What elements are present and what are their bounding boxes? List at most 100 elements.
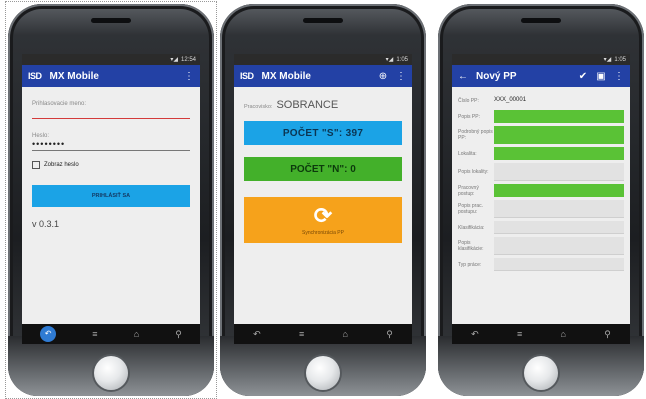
status-bar: ▾◢ 12:54 xyxy=(22,54,200,65)
nav-home-icon[interactable]: ⌂ xyxy=(561,329,566,339)
signal-icon: ▾◢ xyxy=(603,57,612,63)
system-nav-bar: ↶ ≡ ⌂ ⚲ xyxy=(22,324,200,344)
field-podrobny-popis: Podrobný popis PP: xyxy=(458,126,624,144)
app-bar: ← Nový PP ✔ ▣ ⋮ xyxy=(452,65,630,87)
login-screen: ▾◢ 12:54 ISD MX Mobile ⋮ Prihlasovacie m… xyxy=(22,54,200,344)
field-lokalita: Lokalita: xyxy=(458,147,624,160)
field-label: Podrobný popis PP: xyxy=(458,129,493,141)
nav-search-icon[interactable]: ⚲ xyxy=(386,329,393,340)
show-password-checkbox[interactable] xyxy=(32,161,40,169)
app-bar: ISD MX Mobile ⋮ xyxy=(22,65,200,87)
field-label: Klasifikácia: xyxy=(458,224,485,231)
app-version: v 0.3.1 xyxy=(32,219,60,229)
status-bar: ▾◢ 1:05 xyxy=(234,54,412,65)
field-input[interactable] xyxy=(494,147,624,160)
trackball[interactable] xyxy=(94,356,128,390)
field-pracovny-postup: Pracovný postup: xyxy=(458,184,624,197)
save-icon[interactable]: ▣ xyxy=(596,71,606,82)
field-value[interactable]: XXX_00001 xyxy=(494,94,624,107)
username-input[interactable] xyxy=(32,107,190,119)
field-input[interactable] xyxy=(494,221,624,234)
field-input[interactable] xyxy=(494,110,624,123)
screenshot-collage: ▾◢ 12:54 ISD MX Mobile ⋮ Prihlasovacie m… xyxy=(0,0,646,399)
nav-home-icon[interactable]: ⌂ xyxy=(134,329,139,339)
field-popis-lokality: Popis lokality: xyxy=(458,163,624,181)
field-input[interactable] xyxy=(494,237,624,255)
app-title: MX Mobile xyxy=(49,70,99,82)
phone-sync: ▾◢ 1:05 ISD MX Mobile ⊕ ⋮ Pracovisko: SO… xyxy=(220,4,426,396)
app-logo: ISD xyxy=(28,71,42,81)
app-logo: ISD xyxy=(240,71,254,81)
password-input[interactable]: •••••••• xyxy=(32,139,190,151)
show-password-row[interactable]: Zobraz heslo xyxy=(32,161,190,169)
field-label: Pracovný postup: xyxy=(458,184,479,197)
overflow-menu-icon[interactable]: ⋮ xyxy=(614,71,624,82)
nav-menu-icon[interactable]: ≡ xyxy=(92,329,97,339)
phone-login: ▾◢ 12:54 ISD MX Mobile ⋮ Prihlasovacie m… xyxy=(5,1,217,399)
status-time: 12:54 xyxy=(180,56,196,63)
signal-icon: ▾◢ xyxy=(385,57,394,63)
overflow-menu-icon[interactable]: ⋮ xyxy=(396,71,406,82)
status-time: 1:05 xyxy=(614,56,626,63)
new-pp-form: Číslo PP: XXX_00001 Popis PP: Podrobný p… xyxy=(452,87,630,275)
nav-back-icon[interactable]: ↶ xyxy=(40,326,57,342)
app-title: MX Mobile xyxy=(261,70,311,82)
earpiece xyxy=(303,18,343,23)
sync-button[interactable]: ⟳ Synchronizácia PP xyxy=(244,197,402,243)
nav-menu-icon[interactable]: ≡ xyxy=(517,329,522,339)
status-bar: ▾◢ 1:05 xyxy=(452,54,630,65)
field-label: Popis PP: xyxy=(458,113,480,120)
system-nav-bar: ↶ ≡ ⌂ ⚲ xyxy=(452,324,630,344)
nav-search-icon[interactable]: ⚲ xyxy=(604,329,611,340)
nav-home-icon[interactable]: ⌂ xyxy=(343,329,348,339)
field-input[interactable] xyxy=(494,200,624,218)
field-label: Popis klasifikácie: xyxy=(458,240,484,252)
workplace-label: Pracovisko: xyxy=(244,104,273,110)
back-arrow-icon[interactable]: ← xyxy=(458,71,468,82)
app-bar: ISD MX Mobile ⊕ ⋮ xyxy=(234,65,412,87)
show-password-label: Zobraz heslo xyxy=(44,162,79,168)
workplace-row: Pracovisko: SOBRANCE xyxy=(244,99,402,111)
sync-screen: ▾◢ 1:05 ISD MX Mobile ⊕ ⋮ Pracovisko: SO… xyxy=(234,54,412,344)
sync-icon: ⟳ xyxy=(313,202,333,228)
confirm-icon[interactable]: ✔ xyxy=(578,71,588,82)
earpiece xyxy=(521,18,561,23)
workplace-value: SOBRANCE xyxy=(276,99,339,111)
field-typ-prace: Typ práce: xyxy=(458,258,624,271)
count-n-button[interactable]: POČET "N": 0 xyxy=(244,157,402,181)
trackball[interactable] xyxy=(524,356,558,390)
sync-caption: Synchronizácia PP xyxy=(302,229,344,236)
trackball[interactable] xyxy=(306,356,340,390)
field-klasifikacia: Klasifikácia: xyxy=(458,221,624,234)
nav-search-icon[interactable]: ⚲ xyxy=(175,329,182,340)
system-nav-bar: ↶ ≡ ⌂ ⚲ xyxy=(234,324,412,344)
field-popis-klasifikacie: Popis klasifikácie: xyxy=(458,237,624,255)
field-input[interactable] xyxy=(494,258,624,271)
nav-back-icon[interactable]: ↶ xyxy=(253,329,261,340)
new-pp-screen: ▾◢ 1:05 ← Nový PP ✔ ▣ ⋮ Číslo PP: XXX_00… xyxy=(452,54,630,344)
field-label: Typ práce: xyxy=(458,261,482,268)
field-popis-postupu: Popis prac. postupu: xyxy=(458,200,624,218)
nav-menu-icon[interactable]: ≡ xyxy=(299,329,304,339)
add-icon[interactable]: ⊕ xyxy=(378,71,388,82)
field-cislo-pp: Číslo PP: XXX_00001 xyxy=(458,94,624,107)
field-input[interactable] xyxy=(494,126,624,144)
login-form: Prihlasovacie meno: Heslo: •••••••• Zobr… xyxy=(22,87,200,237)
earpiece xyxy=(91,18,131,23)
field-input[interactable] xyxy=(494,163,624,181)
status-time: 1:05 xyxy=(396,56,408,63)
nav-back-icon[interactable]: ↶ xyxy=(471,329,479,340)
field-label: Lokalita: xyxy=(458,150,477,157)
overflow-menu-icon[interactable]: ⋮ xyxy=(184,71,194,82)
field-label: Číslo PP: xyxy=(458,97,479,104)
form-title: Nový PP xyxy=(476,70,517,82)
count-s-button[interactable]: POČET "S": 397 xyxy=(244,121,402,145)
signal-icon: ▾◢ xyxy=(170,57,178,63)
field-label: Popis prac. postupu: xyxy=(458,203,484,215)
login-button[interactable]: PRIHLÁSIŤ SA xyxy=(32,185,190,207)
field-popis-pp: Popis PP: xyxy=(458,110,624,123)
field-label: Popis lokality: xyxy=(458,169,489,175)
phone-new-pp: ▾◢ 1:05 ← Nový PP ✔ ▣ ⋮ Číslo PP: XXX_00… xyxy=(438,4,644,396)
field-input[interactable] xyxy=(494,184,624,197)
sync-content: Pracovisko: SOBRANCE POČET "S": 397 POČE… xyxy=(234,87,412,251)
